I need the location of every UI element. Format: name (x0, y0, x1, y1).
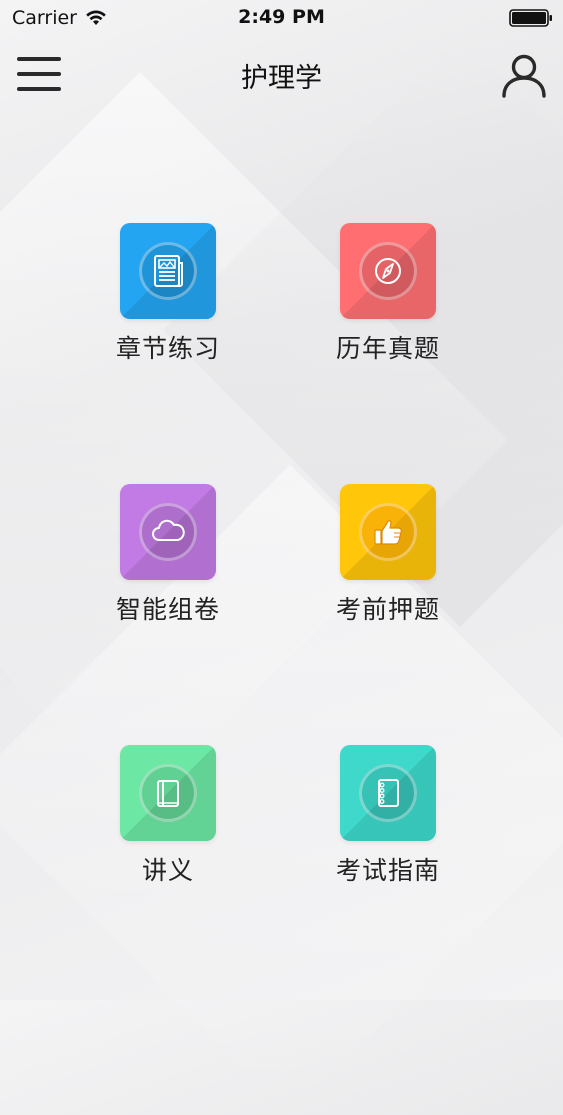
status-bar: Carrier 2:49 PM (0, 0, 563, 36)
tile-icon-box (120, 223, 216, 319)
tile-icon-box (120, 745, 216, 841)
compass-icon (375, 258, 401, 284)
cloud-icon (152, 519, 185, 541)
tile-chapter-practice[interactable]: 章节练习 (68, 223, 268, 365)
tile-smart-paper[interactable]: 智能组卷 (68, 484, 268, 626)
tile-exam-guide[interactable]: 考试指南 (288, 745, 488, 887)
tile-predicted-questions[interactable]: 考前押题 (288, 484, 488, 626)
tile-label: 章节练习 (115, 334, 220, 363)
tile-label: 考前押题 (335, 595, 440, 624)
notebook-icon (378, 779, 399, 807)
book-icon (157, 780, 179, 807)
tile-icon-box (340, 484, 436, 580)
tile-label: 历年真题 (335, 334, 440, 363)
background-facet (0, 72, 508, 808)
tile-lecture-notes[interactable]: 讲义 (68, 745, 268, 887)
tile-icon-box (340, 223, 436, 319)
tile-icon-box (340, 745, 436, 841)
status-right (509, 9, 553, 32)
tile-label: 讲义 (141, 856, 194, 885)
tile-past-exams[interactable]: 历年真题 (288, 223, 488, 365)
page-title: 护理学 (241, 63, 322, 94)
tile-label: 智能组卷 (115, 595, 220, 624)
thumbs-up-icon (374, 520, 402, 545)
tile-icon-box (120, 484, 216, 580)
newspaper-icon (154, 255, 183, 287)
status-time: 2:49 PM (238, 6, 325, 28)
tile-label: 考试指南 (335, 856, 440, 885)
user-profile-icon[interactable] (501, 52, 547, 98)
navigation-bar: 护理学 (0, 40, 563, 106)
battery-icon (509, 9, 552, 27)
